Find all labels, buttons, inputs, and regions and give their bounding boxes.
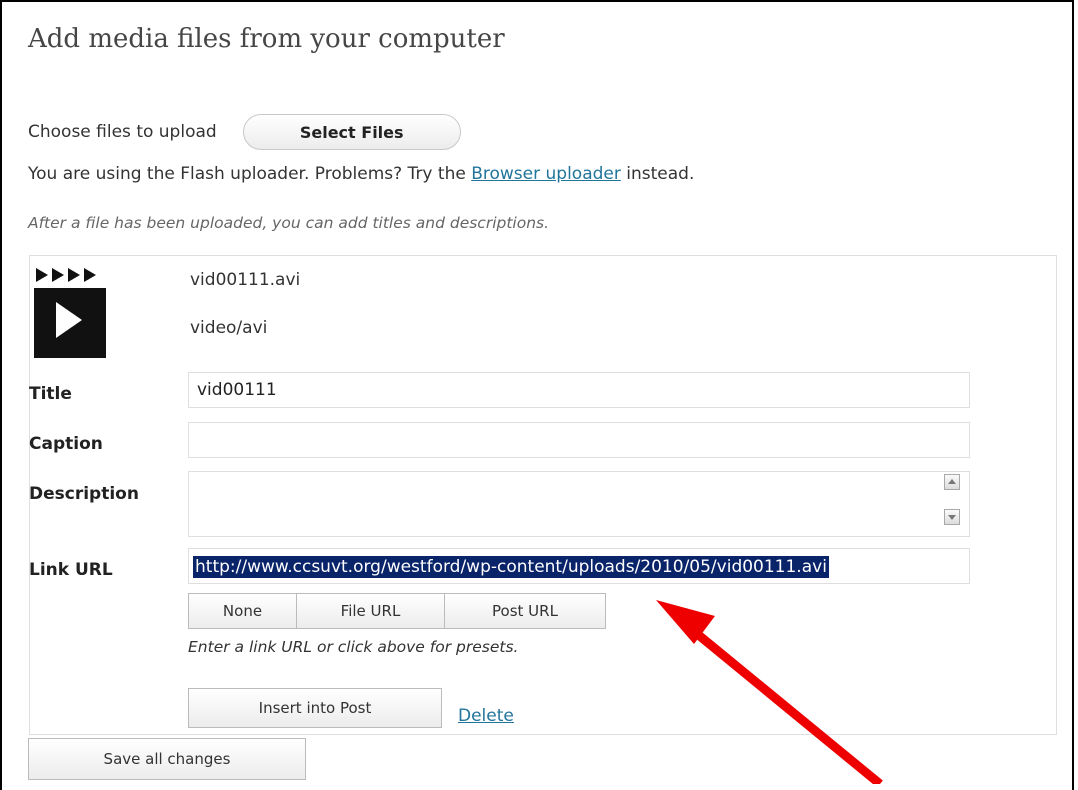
link-file-url-button[interactable]: File URL bbox=[296, 593, 445, 629]
link-url-value: http://www.ccsuvt.org/westford/wp-conten… bbox=[193, 556, 829, 578]
caption-input[interactable] bbox=[188, 422, 970, 458]
flash-uploader-notice: You are using the Flash uploader. Proble… bbox=[28, 164, 694, 184]
choose-files-row: Choose files to upload Select Files bbox=[28, 114, 461, 150]
select-files-button[interactable]: Select Files bbox=[242, 114, 461, 150]
media-filename: vid00111.avi bbox=[190, 270, 301, 290]
flash-notice-text: You are using the Flash uploader. Proble… bbox=[28, 164, 472, 184]
title-label: Title bbox=[29, 384, 72, 404]
title-input[interactable] bbox=[188, 372, 970, 408]
scroll-up-icon[interactable] bbox=[944, 474, 960, 490]
page-title: Add media files from your computer bbox=[28, 24, 505, 54]
link-url-help: Enter a link URL or click above for pres… bbox=[188, 638, 519, 656]
scroll-down-icon[interactable] bbox=[944, 509, 960, 525]
flash-notice-suffix: instead. bbox=[620, 164, 695, 184]
link-url-label: Link URL bbox=[29, 560, 113, 580]
choose-files-label: Choose files to upload bbox=[28, 122, 217, 142]
insert-into-post-button[interactable]: Insert into Post bbox=[188, 688, 442, 728]
description-textarea[interactable] bbox=[188, 471, 970, 537]
browser-uploader-link[interactable]: Browser uploader bbox=[471, 164, 621, 184]
media-mime-type: video/avi bbox=[190, 318, 268, 338]
save-all-changes-button[interactable]: Save all changes bbox=[28, 738, 306, 780]
link-url-input[interactable]: http://www.ccsuvt.org/westford/wp-conten… bbox=[188, 548, 970, 584]
link-post-url-button[interactable]: Post URL bbox=[444, 593, 606, 629]
caption-label: Caption bbox=[29, 434, 103, 454]
delete-link[interactable]: Delete bbox=[458, 706, 514, 726]
video-file-icon bbox=[34, 262, 106, 358]
link-none-button[interactable]: None bbox=[188, 593, 297, 629]
upload-hint: After a file has been uploaded, you can … bbox=[28, 214, 550, 232]
description-label: Description bbox=[29, 484, 139, 504]
